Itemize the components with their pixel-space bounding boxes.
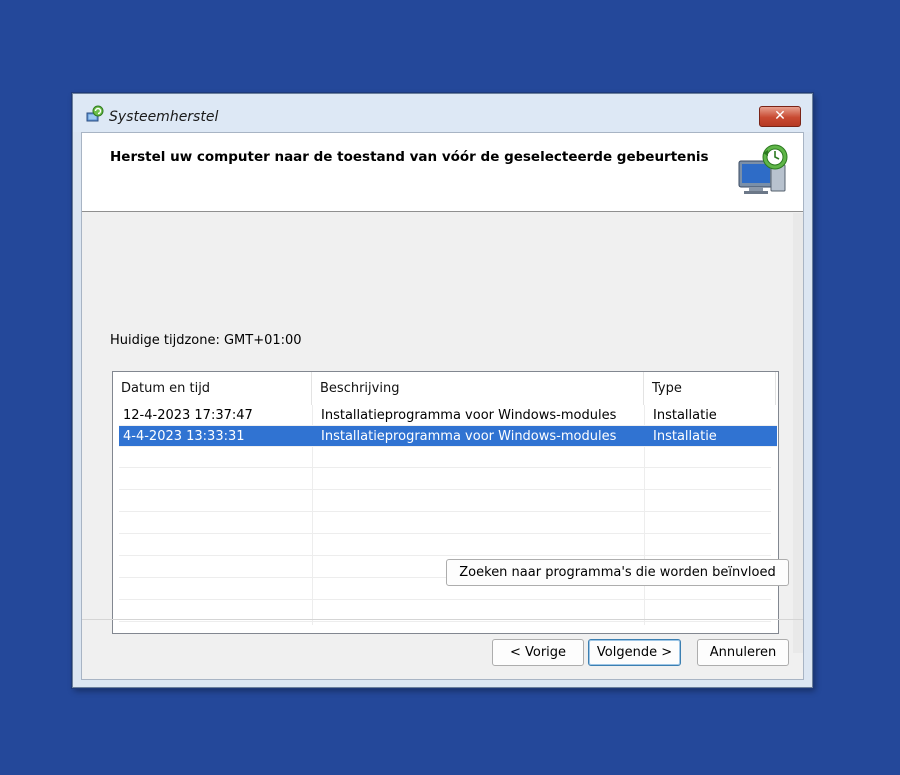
page-title: Herstel uw computer naar de toestand van… bbox=[110, 149, 709, 165]
back-button[interactable]: < Vorige bbox=[492, 639, 584, 666]
cell-type: Installatie bbox=[653, 408, 717, 423]
list-header: ˇ Datum en tijd Beschrijving Type bbox=[113, 372, 778, 405]
restore-points-list[interactable]: ˇ Datum en tijd Beschrijving Type bbox=[112, 371, 779, 634]
cell-type: Installatie bbox=[653, 429, 717, 444]
sort-down-icon: ˇ bbox=[208, 372, 214, 381]
cell-datetime: 4-4-2023 13:33:31 bbox=[123, 429, 245, 444]
row-gridline bbox=[119, 533, 771, 534]
row-gridline bbox=[119, 489, 771, 490]
row-gridline bbox=[119, 621, 771, 622]
row-gridline bbox=[119, 467, 771, 468]
cell-description: Installatieprogramma voor Windows-module… bbox=[321, 408, 617, 423]
system-restore-window: Systeemherstel ✕ Herstel uw computer naa… bbox=[72, 93, 813, 688]
row-gridline bbox=[119, 555, 771, 556]
scroll-area-edge bbox=[793, 213, 803, 653]
cell-datetime: 12-4-2023 17:37:47 bbox=[123, 408, 253, 423]
close-button[interactable]: ✕ bbox=[759, 106, 801, 127]
computer-restore-icon bbox=[738, 144, 788, 194]
system-restore-icon bbox=[86, 105, 104, 122]
column-header-label: Beschrijving bbox=[320, 381, 400, 396]
column-header-label: Type bbox=[652, 381, 682, 396]
next-button[interactable]: Volgende > bbox=[588, 639, 681, 666]
window-title: Systeemherstel bbox=[109, 109, 219, 125]
row-gridline bbox=[119, 511, 771, 512]
cancel-button[interactable]: Annuleren bbox=[697, 639, 789, 666]
column-header-label: Datum en tijd bbox=[121, 381, 211, 396]
title-bar[interactable]: Systeemherstel ✕ bbox=[73, 94, 812, 132]
column-header-type[interactable]: Type bbox=[644, 372, 776, 405]
row-gridline bbox=[119, 599, 771, 600]
scan-affected-programs-button[interactable]: Zoeken naar programma's die worden beïnv… bbox=[446, 559, 789, 586]
footer-separator bbox=[82, 619, 803, 620]
column-header-datetime[interactable]: ˇ Datum en tijd bbox=[113, 372, 312, 405]
column-header-description[interactable]: Beschrijving bbox=[312, 372, 644, 405]
timezone-label: Huidige tijdzone: GMT+01:00 bbox=[110, 333, 302, 348]
table-row-selected[interactable]: 4-4-2023 13:33:31 Installatieprogramma v… bbox=[119, 426, 777, 447]
dialog-client-area: Herstel uw computer naar de toestand van… bbox=[81, 132, 804, 680]
dialog-header: Herstel uw computer naar de toestand van… bbox=[82, 133, 803, 212]
table-row[interactable]: 12-4-2023 17:37:47 Installatieprogramma … bbox=[119, 405, 777, 426]
cell-description: Installatieprogramma voor Windows-module… bbox=[321, 429, 617, 444]
